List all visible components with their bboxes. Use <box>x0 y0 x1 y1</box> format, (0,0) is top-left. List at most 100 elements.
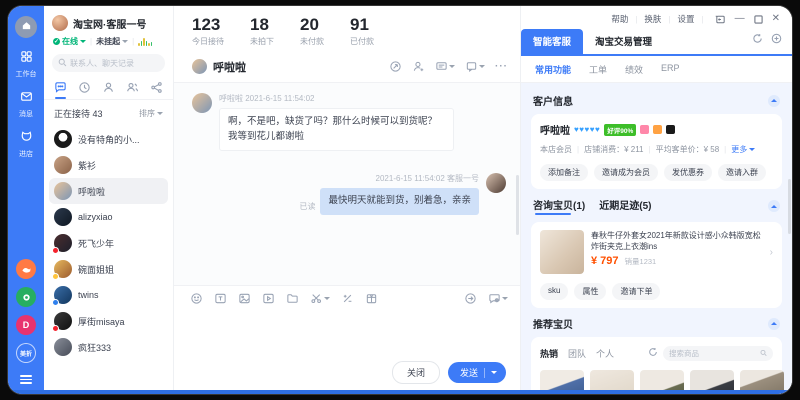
add-contact-icon[interactable] <box>412 60 425 73</box>
d-app-icon[interactable]: D <box>16 315 36 335</box>
product-arrow-icon[interactable]: › <box>770 247 773 258</box>
invite-order-button[interactable]: 邀请下单 <box>612 283 660 300</box>
contacts-search[interactable] <box>52 54 165 72</box>
chat-settings-icon[interactable] <box>488 292 508 305</box>
tab-taobao-trade[interactable]: 淘宝交易管理 <box>583 29 664 54</box>
emoji-icon[interactable] <box>190 292 203 305</box>
message-input[interactable] <box>174 309 520 361</box>
tab-recent-footprint[interactable]: 近期足迹(5) <box>599 197 651 215</box>
file-icon[interactable] <box>286 292 299 305</box>
contacts-search-input[interactable] <box>70 59 159 68</box>
tab-groups[interactable] <box>126 81 139 94</box>
collapse-customer-icon[interactable] <box>768 95 780 107</box>
help-link[interactable]: 帮助 <box>611 13 628 25</box>
contact-row[interactable]: 厚街misaya <box>49 308 168 334</box>
hold-status-dropdown[interactable]: 未挂起 <box>96 36 128 47</box>
pin-window-icon[interactable] <box>715 14 726 25</box>
online-status-dropdown[interactable]: ✓ 在线 <box>53 36 86 47</box>
sort-dropdown[interactable]: 排序 <box>139 108 163 119</box>
tab-smart-service[interactable]: 智能客服 <box>521 29 583 54</box>
contact-row[interactable]: 疯狂333 <box>49 334 168 360</box>
product-search[interactable] <box>663 346 773 361</box>
panel-scrollbar[interactable] <box>788 179 791 234</box>
product-search-input[interactable] <box>669 349 757 358</box>
rail-item-workbench[interactable]: 工作台 <box>16 50 37 79</box>
tab-personal[interactable]: 个人 <box>596 347 614 360</box>
add-note-button[interactable]: 添加备注 <box>540 164 588 181</box>
spend-label: 店铺消费：¥ 211 <box>584 144 643 155</box>
subtab-common[interactable]: 常用功能 <box>535 63 571 76</box>
minimize-icon[interactable]: — <box>735 14 745 24</box>
transfer-icon[interactable] <box>389 60 402 73</box>
tab-customers[interactable] <box>102 81 115 94</box>
send-button[interactable]: 发送 <box>448 362 506 383</box>
settings-link[interactable]: 设置 <box>678 13 695 25</box>
tab-recent[interactable] <box>78 81 91 94</box>
product-title[interactable]: 春秋牛仔外套女2021年新款设计感小众韩版宽松炸街夹克上衣潮ins <box>591 230 763 252</box>
home-button[interactable] <box>15 16 37 38</box>
rail-menu-button[interactable] <box>20 373 32 386</box>
attributes-button[interactable]: 属性 <box>574 283 606 300</box>
app-window: 工作台 消息 进店 D 美折 淘宝网·客服一号 <box>8 6 792 394</box>
product-image[interactable] <box>540 230 584 274</box>
tab-hot-sale[interactable]: 热销 <box>540 347 558 360</box>
subtab-ticket[interactable]: 工单 <box>589 63 607 76</box>
recommend-card: 热销 团队 个人 ¥ 1299.00 ¥ 12 <box>531 337 782 394</box>
right-panel: 帮助 | 换肤 | 设置 | — ✕ 智能客服 淘宝交易管理 <box>520 6 792 394</box>
tab-consult-item[interactable]: 咨询宝贝(1) <box>533 197 585 215</box>
skin-link[interactable]: 换肤 <box>644 13 661 25</box>
refresh-icon[interactable] <box>752 31 763 49</box>
incoming-bubble: 啊，不是吧，缺货了吗？那什么时候可以到货呢？我等到花儿都谢啦 <box>219 108 454 151</box>
contact-row[interactable]: 死飞少年 <box>49 230 168 256</box>
contact-row[interactable]: 紫衫 <box>49 152 168 178</box>
function-subtabs: 常用功能 工单 绩效 ERP <box>521 56 792 83</box>
maximize-icon[interactable] <box>754 15 763 24</box>
rail-item-store[interactable]: 进店 <box>19 130 33 159</box>
contact-row-selected[interactable]: 呼啦啦 <box>49 178 168 204</box>
add-plugin-icon[interactable] <box>771 31 782 49</box>
subtab-erp[interactable]: ERP <box>661 63 680 76</box>
send-options-caret[interactable] <box>491 371 497 374</box>
meizhe-app-icon[interactable]: 美折 <box>16 343 36 363</box>
pink-badge-icon <box>640 125 649 134</box>
chat-scrollbar[interactable] <box>516 175 519 235</box>
more-dropdown[interactable]: 更多 <box>731 144 755 155</box>
contact-row[interactable]: 碗面姐姐 <box>49 256 168 282</box>
close-window-icon[interactable]: ✕ <box>772 14 780 24</box>
invite-member-button[interactable]: 邀请成为会员 <box>594 164 658 181</box>
tab-team[interactable]: 团队 <box>568 347 586 360</box>
screenshot-icon[interactable] <box>310 292 330 305</box>
orange-app-icon[interactable] <box>16 259 36 279</box>
contact-row[interactable]: twins <box>49 282 168 308</box>
subtab-performance[interactable]: 绩效 <box>625 63 643 76</box>
contact-row[interactable]: alizyxiao <box>49 204 168 230</box>
invite-group-button[interactable]: 邀请入群 <box>718 164 766 181</box>
tab-chats[interactable] <box>54 81 67 94</box>
close-button[interactable]: 关闭 <box>392 361 440 384</box>
more-icon[interactable]: ··· <box>495 61 508 72</box>
collapse-recommend-icon[interactable] <box>768 318 780 330</box>
panel-content: 客户信息 呼啦啦 ♥♥♥♥♥ 好评90% 本店会员 | 店铺消费：¥ 211 | <box>521 83 792 394</box>
avg-order-label: 平均客单价：¥ 58 <box>656 144 720 155</box>
message-meta: 2021-6-15 11:54:02 客服一号 <box>376 173 479 184</box>
refresh-products-icon[interactable] <box>648 344 658 362</box>
contact-row[interactable]: 没有特角的小... <box>49 126 168 152</box>
account-header: 淘宝网·客服一号 ✓ 在线 | 未挂起 | <box>44 6 173 54</box>
account-name: 淘宝网·客服一号 <box>73 16 146 31</box>
green-app-icon[interactable] <box>16 287 36 307</box>
sku-button[interactable]: sku <box>540 283 568 300</box>
collapse-consult-icon[interactable] <box>768 200 780 212</box>
image-icon[interactable] <box>238 292 251 305</box>
video-icon[interactable] <box>262 292 275 305</box>
phrase-icon[interactable] <box>214 292 227 305</box>
lottery-icon[interactable] <box>365 292 378 305</box>
quick-reply-icon[interactable] <box>435 60 455 73</box>
agent-avatar <box>486 173 506 193</box>
tab-org[interactable] <box>150 81 163 94</box>
evaluate-icon[interactable] <box>341 292 354 305</box>
shortcut-send-icon[interactable] <box>464 292 477 305</box>
session-icon[interactable] <box>465 60 485 73</box>
send-coupon-button[interactable]: 发优惠券 <box>664 164 712 181</box>
rail-item-message[interactable]: 消息 <box>19 90 33 119</box>
account-avatar <box>52 15 68 31</box>
